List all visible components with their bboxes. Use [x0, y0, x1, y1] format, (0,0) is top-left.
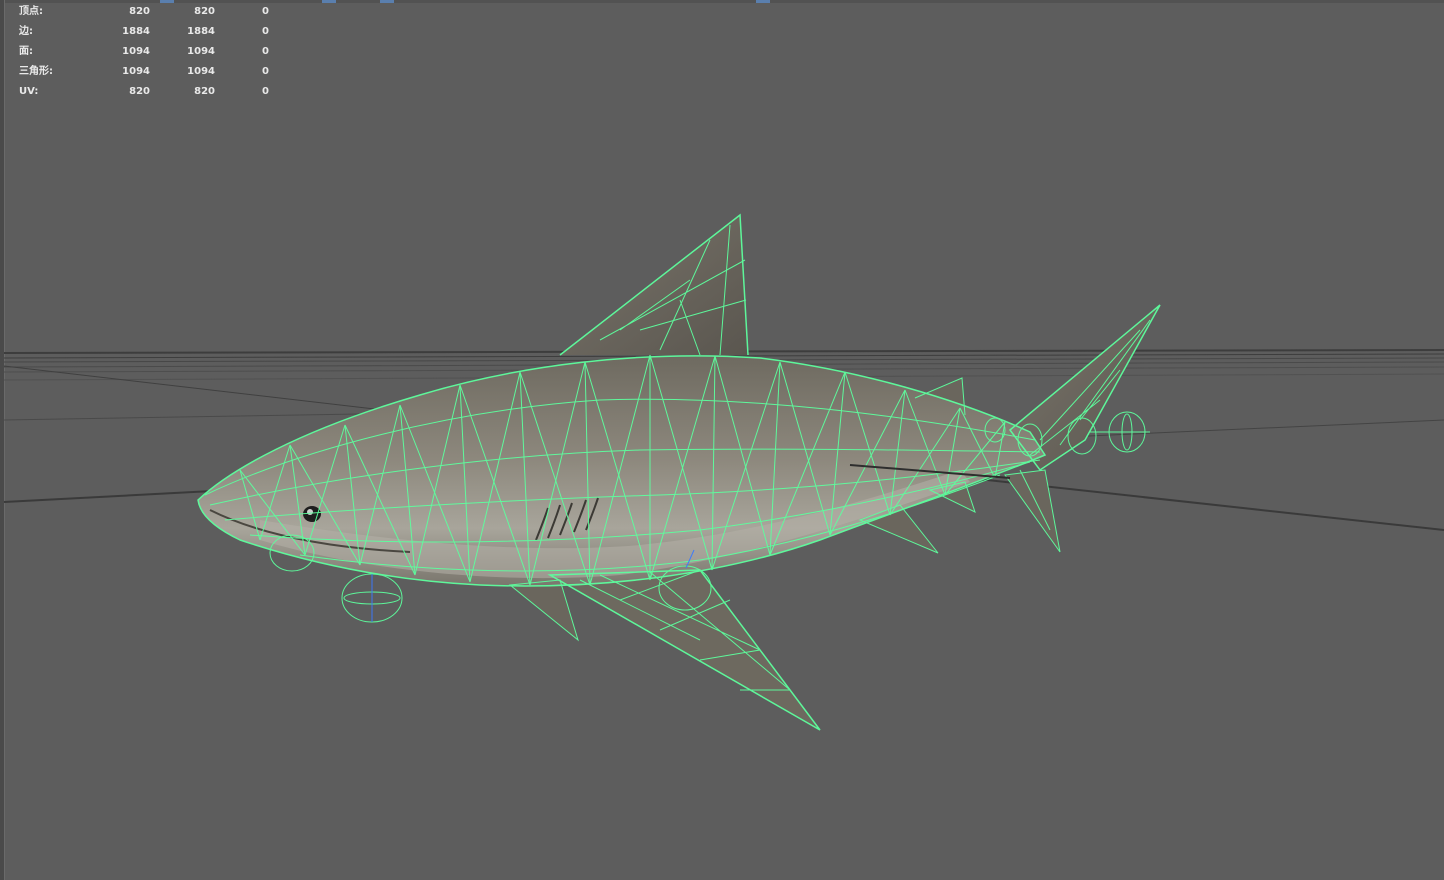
- hud-value: 0: [262, 66, 269, 77]
- hud-label: 顶点:: [19, 6, 43, 17]
- hud-value: 1094: [122, 46, 150, 57]
- hud-value: 820: [129, 86, 150, 97]
- hud-label: 面:: [19, 46, 33, 57]
- hud-label: 三角形:: [19, 66, 53, 77]
- hud-value: 1094: [187, 46, 215, 57]
- hud-value: 1884: [122, 26, 150, 37]
- hud-value: 820: [129, 6, 150, 17]
- hud-row-vertices: 顶点: 820 820 0: [19, 2, 269, 22]
- hud-value: 0: [262, 46, 269, 57]
- hud-value: 1884: [187, 26, 215, 37]
- poly-count-hud: 顶点: 820 820 0 边: 1884 1884 0 面: 1094 109…: [19, 2, 269, 102]
- hud-value: 820: [194, 86, 215, 97]
- hud-value: 0: [262, 6, 269, 17]
- hud-value: 0: [262, 86, 269, 97]
- hud-value: 820: [194, 6, 215, 17]
- hud-label: UV:: [19, 86, 39, 97]
- hud-row-uvs: UV: 820 820 0: [19, 82, 269, 102]
- hud-row-edges: 边: 1884 1884 0: [19, 22, 269, 42]
- 3d-viewport[interactable]: 顶点: 820 820 0 边: 1884 1884 0 面: 1094 109…: [0, 0, 1444, 880]
- hud-label: 边:: [19, 26, 33, 37]
- pelvic-fin: [510, 580, 578, 640]
- hud-row-faces: 面: 1094 1094 0: [19, 42, 269, 62]
- hud-value: 1094: [122, 66, 150, 77]
- hud-value: 0: [262, 26, 269, 37]
- shark-model[interactable]: [198, 215, 1160, 730]
- shark-eye: [303, 506, 321, 522]
- hud-value: 1094: [187, 66, 215, 77]
- scene-canvas[interactable]: [0, 0, 1444, 880]
- hud-row-triangles: 三角形: 1094 1094 0: [19, 62, 269, 82]
